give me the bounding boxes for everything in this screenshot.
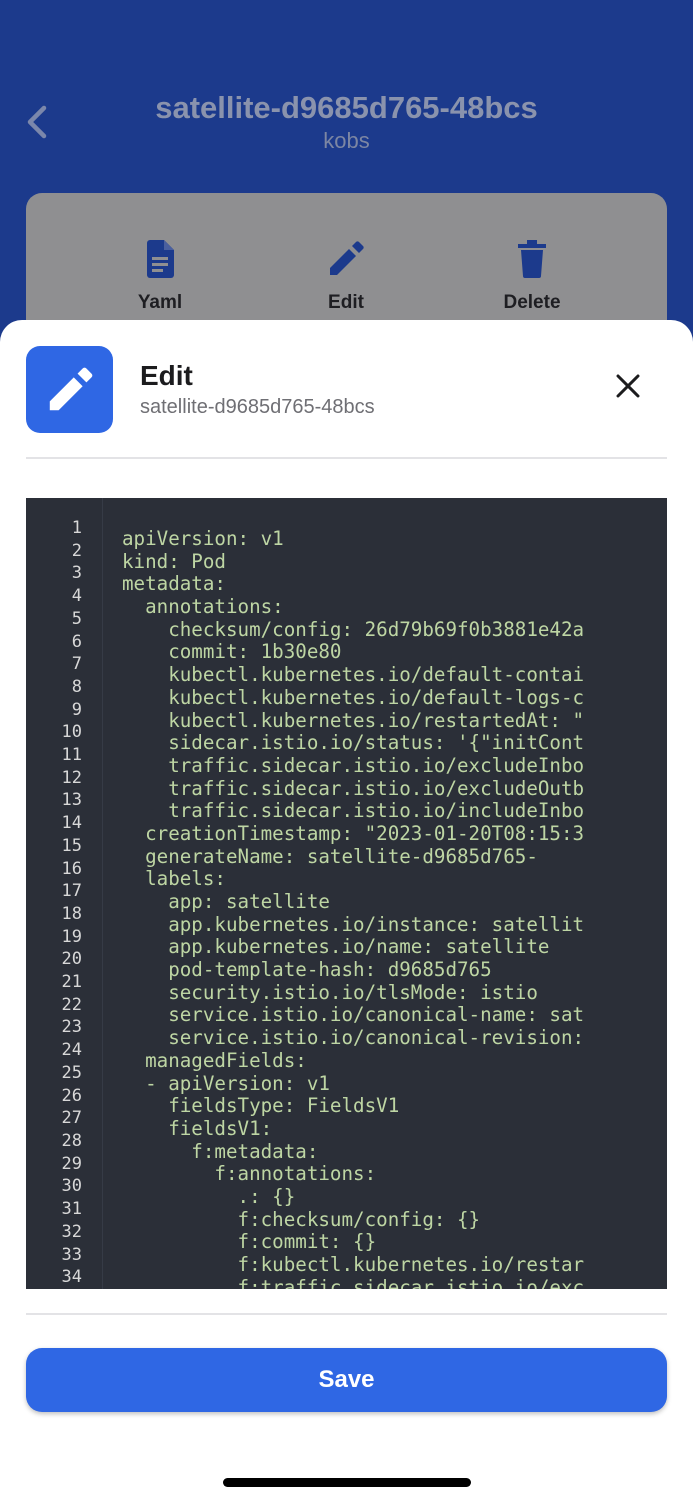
code-line: commit: 1b30e80: [122, 640, 342, 664]
code-line: f:traffic.sidecar.istio.io/exc: [122, 1275, 585, 1289]
code-line: traffic.sidecar.istio.io/excludeOutb: [122, 776, 585, 800]
edit-sheet-icon-tile: [26, 346, 113, 433]
code-line: labels:: [122, 867, 226, 891]
code-line: checksum/config: 26d79b69f0b3881e42a: [122, 617, 585, 641]
document-icon: [147, 240, 174, 278]
close-button[interactable]: [610, 368, 646, 404]
code-line: service.istio.io/canonical-revision:: [122, 1026, 585, 1050]
code-line: app.kubernetes.io/name: satellite: [122, 935, 550, 959]
yaml-button[interactable]: Yaml: [80, 240, 240, 314]
trash-icon: [518, 240, 546, 278]
code-line: f:metadata:: [122, 1139, 319, 1163]
code-line: pod-template-hash: d9685d765: [122, 958, 492, 982]
code-line: f:commit: {}: [122, 1230, 377, 1254]
edit-sheet: Edit satellite-d9685d765-48bcs 1 2 3 4 5…: [0, 320, 693, 1500]
code-line: traffic.sidecar.istio.io/includeInbo: [122, 799, 585, 823]
code-content[interactable]: apiVersion: v1 kind: Pod metadata: annotat…: [122, 527, 585, 1289]
code-line: f:checksum/config: {}: [122, 1207, 481, 1231]
code-line: apiVersion: v1: [122, 527, 284, 550]
code-line: f:kubectl.kubernetes.io/restar: [122, 1253, 585, 1276]
code-line: traffic.sidecar.istio.io/excludeInbo: [122, 753, 585, 777]
page-title: satellite-d9685d765-48bcs: [155, 90, 538, 125]
yaml-editor[interactable]: 1 2 3 4 5 6 7 8 9 10 11 12 13 14 15 16 1…: [26, 498, 667, 1289]
line-numbers: 1 2 3 4 5 6 7 8 9 10 11 12 13 14 15 16 1…: [61, 518, 82, 1288]
code-line: kind: Pod: [122, 549, 226, 573]
header-divider: [26, 457, 667, 459]
code-line: kubectl.kubernetes.io/restartedAt: ": [122, 708, 585, 732]
code-line: kubectl.kubernetes.io/default-logs-c: [122, 685, 585, 709]
edit-button[interactable]: Edit: [266, 240, 426, 314]
delete-button[interactable]: Delete: [452, 240, 612, 314]
code-line: generateName: satellite-d9685d765-: [122, 844, 538, 868]
delete-label: Delete: [503, 292, 561, 313]
code-line: creationTimestamp: "2023-01-20T08:15:3: [122, 821, 585, 845]
sheet-subtitle: satellite-d9685d765-48bcs: [140, 396, 375, 418]
edit-label: Edit: [328, 292, 364, 313]
pencil-icon: [49, 367, 92, 410]
home-indicator: [223, 1478, 471, 1487]
code-line: sidecar.istio.io/status: '{"initCont: [122, 731, 585, 755]
yaml-label: Yaml: [137, 292, 183, 313]
close-icon: [616, 374, 640, 398]
code-line: fieldsV1:: [122, 1116, 273, 1140]
sheet-title: Edit: [140, 360, 193, 391]
code-line: - apiVersion: v1: [122, 1071, 330, 1095]
code-line: metadata:: [122, 572, 226, 596]
code-line: fieldsType: FieldsV1: [122, 1094, 400, 1118]
code-line: security.istio.io/tlsMode: istio: [122, 980, 538, 1004]
code-line: managedFields:: [122, 1048, 307, 1072]
code-line: service.istio.io/canonical-name: sat: [122, 1003, 585, 1027]
pencil-icon: [330, 241, 364, 275]
code-line: f:annotations:: [122, 1162, 377, 1186]
footer-divider: [26, 1313, 667, 1315]
code-line: app.kubernetes.io/instance: satellit: [122, 912, 585, 936]
save-button[interactable]: Save: [26, 1348, 667, 1412]
line-number-gutter: 1 2 3 4 5 6 7 8 9 10 11 12 13 14 15 16 1…: [26, 498, 103, 1289]
page-subtitle: kobs: [323, 128, 370, 153]
code-line: .: {}: [122, 1184, 296, 1208]
code-line: app: satellite: [122, 890, 330, 913]
code-line: kubectl.kubernetes.io/default-contai: [122, 663, 585, 687]
code-line: annotations:: [122, 595, 284, 619]
